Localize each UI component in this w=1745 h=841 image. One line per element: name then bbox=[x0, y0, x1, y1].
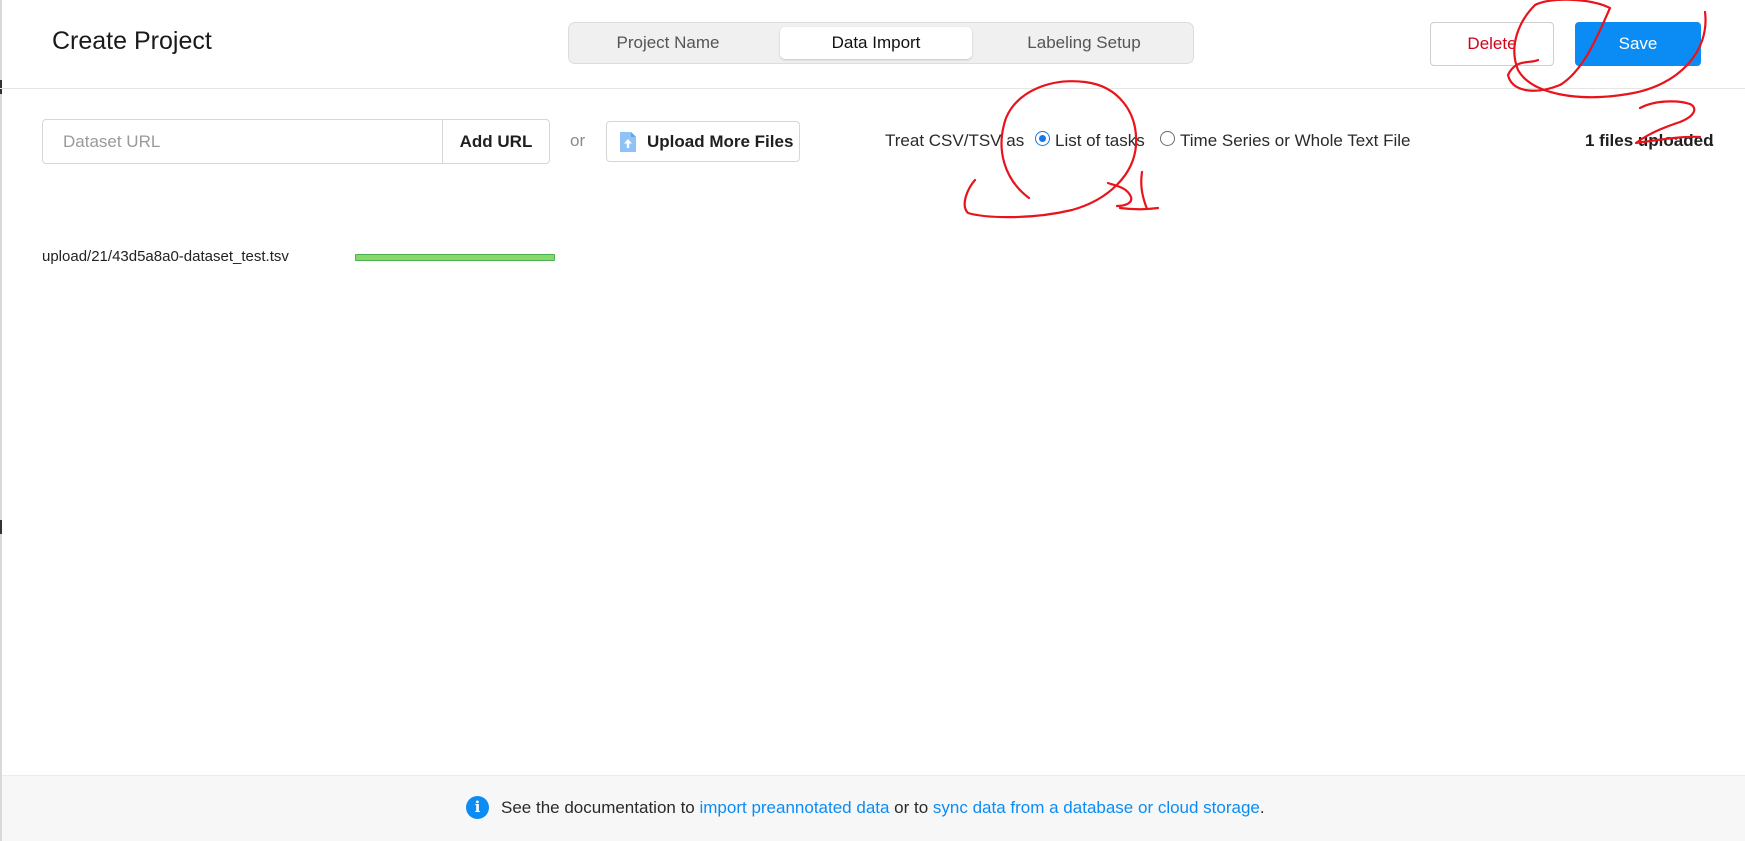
dataset-url-input[interactable] bbox=[43, 120, 442, 163]
footer-doc-text: See the documentation to import preannot… bbox=[501, 798, 1265, 818]
upload-more-files-label: Upload More Files bbox=[647, 132, 794, 151]
dataset-url-group: Add URL bbox=[42, 119, 550, 164]
edge-marker bbox=[0, 520, 2, 534]
delete-button[interactable]: Delete bbox=[1430, 22, 1554, 66]
sync-storage-link[interactable]: sync data from a database or cloud stora… bbox=[933, 798, 1260, 817]
save-button[interactable]: Save bbox=[1575, 22, 1701, 66]
add-url-button[interactable]: Add URL bbox=[442, 120, 549, 163]
footer-text-middle: or to bbox=[889, 798, 933, 817]
window-left-edge bbox=[0, 0, 2, 841]
footer-info-bar: i See the documentation to import preann… bbox=[2, 775, 1745, 841]
files-uploaded-status: 1 files uploaded bbox=[1585, 131, 1714, 150]
annotation-number-1 bbox=[1106, 170, 1160, 211]
header-bar: Create Project Project Name Data Import … bbox=[0, 0, 1745, 89]
files-uploaded-suffix: . bbox=[1710, 131, 1715, 150]
footer-text-prefix: See the documentation to bbox=[501, 798, 700, 817]
step-tabs: Project Name Data Import Labeling Setup bbox=[568, 22, 1194, 64]
treat-csv-label: Treat CSV/TSV as bbox=[885, 131, 1025, 150]
radio-time-series-label[interactable]: Time Series or Whole Text File bbox=[1180, 131, 1411, 151]
tab-data-import[interactable]: Data Import bbox=[780, 27, 972, 59]
file-upload-icon bbox=[620, 132, 636, 152]
upload-progress-fill bbox=[356, 255, 554, 260]
page-title: Create Project bbox=[52, 27, 212, 55]
radio-time-series[interactable] bbox=[1160, 131, 1175, 146]
tab-project-name[interactable]: Project Name bbox=[573, 27, 763, 59]
import-preannotated-link[interactable]: import preannotated data bbox=[699, 798, 889, 817]
uploaded-file-name: upload/21/43d5a8a0-dataset_test.tsv bbox=[42, 248, 289, 265]
info-icon: i bbox=[466, 796, 489, 819]
radio-list-of-tasks-label[interactable]: List of tasks bbox=[1055, 131, 1145, 151]
radio-list-of-tasks[interactable] bbox=[1035, 131, 1050, 146]
upload-progress-bar bbox=[355, 254, 555, 261]
footer-text-suffix: . bbox=[1259, 798, 1265, 817]
or-separator: or bbox=[570, 131, 586, 150]
upload-more-files-button[interactable]: Upload More Files bbox=[606, 121, 800, 162]
tab-labeling-setup[interactable]: Labeling Setup bbox=[979, 27, 1189, 59]
